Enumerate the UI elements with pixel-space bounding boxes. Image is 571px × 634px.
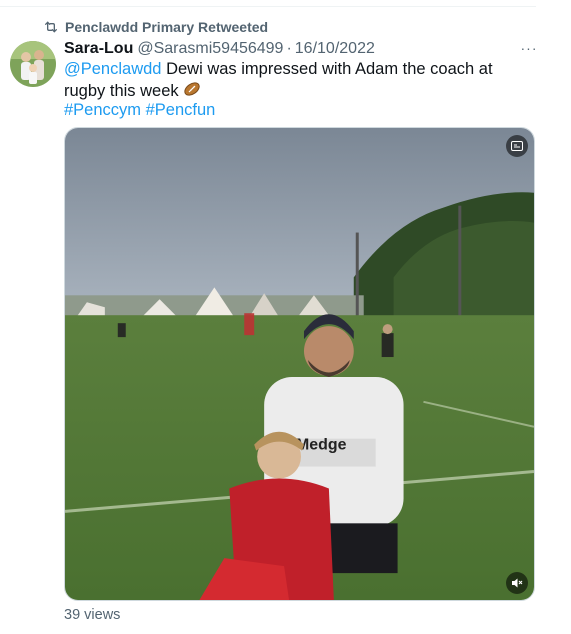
hashtag-link[interactable]: #Penccym — [64, 101, 141, 119]
tweet-header: Sara-Lou @Sarasmi59456499 · 16/10/2022 — [64, 38, 375, 60]
mute-icon[interactable] — [506, 572, 528, 594]
more-options-icon[interactable]: ··· — [519, 38, 539, 58]
video-player[interactable]: Medge — [64, 127, 535, 601]
hashtag-link[interactable]: #Pencfun — [146, 101, 216, 119]
tweet-date[interactable]: 16/10/2022 — [295, 40, 375, 58]
mention-link[interactable]: @Penclawdd — [64, 60, 161, 78]
avatar-photo — [10, 41, 56, 87]
tweet-text: @Penclawdd Dewi was impressed with Adam … — [64, 58, 529, 102]
avatar[interactable] — [10, 41, 56, 87]
speaker-off-icon — [512, 578, 523, 588]
retweet-context[interactable]: Penclawdd Primary Retweeted — [43, 17, 268, 37]
hashtags: #Penccym #Pencfun — [64, 99, 215, 121]
caption-icon[interactable] — [506, 135, 528, 157]
separator: · — [286, 40, 292, 57]
retweet-icon — [45, 21, 57, 33]
author-name[interactable]: Sara-Lou — [64, 40, 133, 58]
author-handle[interactable]: @Sarasmi59456499 — [137, 40, 283, 58]
caption-glyph-icon — [511, 141, 523, 151]
video-frame: Medge — [65, 128, 534, 600]
retweet-label[interactable]: Penclawdd Primary Retweeted — [65, 19, 268, 35]
view-count: 39 views — [64, 607, 121, 623]
divider — [0, 6, 536, 7]
rugby-ball-icon — [184, 82, 200, 96]
